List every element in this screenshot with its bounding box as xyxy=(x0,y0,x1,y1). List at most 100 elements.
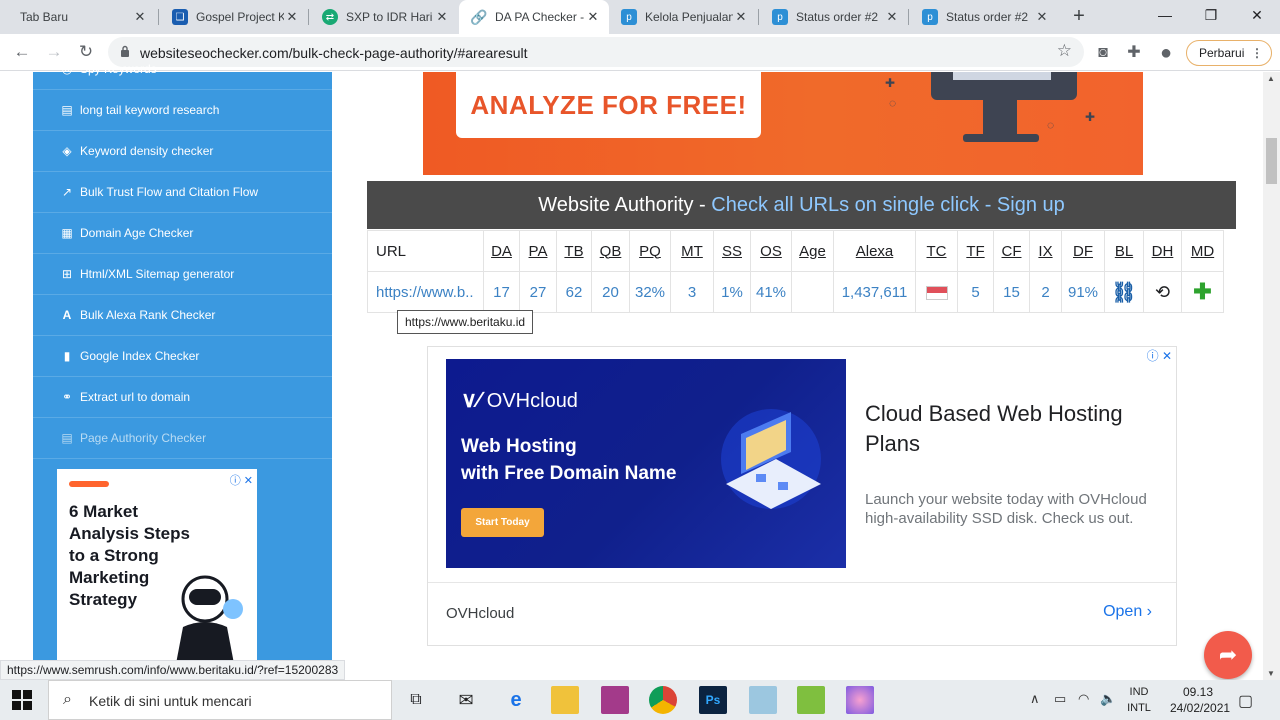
vertical-scrollbar[interactable]: ▲ ▼ xyxy=(1263,72,1280,680)
winrar-icon[interactable] xyxy=(601,686,629,714)
photoshop-icon[interactable]: Ps xyxy=(699,686,727,714)
sidebar-item-long-tail-keyword[interactable]: ▤ long tail keyword research xyxy=(33,90,332,131)
tag-icon: ◈ xyxy=(62,144,72,158)
mail-icon[interactable]: ✉ xyxy=(452,686,480,714)
tab-status-order-1[interactable]: p Status order #2 ✕ xyxy=(760,0,908,34)
extensions-puzzle-icon[interactable]: ✚ xyxy=(1123,42,1145,64)
col-cf[interactable]: CF xyxy=(993,230,1030,272)
signup-link[interactable]: Check all URLs on single click - Sign up xyxy=(711,194,1065,216)
bookmark-star-icon[interactable]: ☆ xyxy=(1057,41,1072,61)
col-tb[interactable]: TB xyxy=(556,230,592,272)
paint-icon[interactable] xyxy=(846,686,874,714)
ovh-ad[interactable]: ⓘ ✕ ∨∕ OVHcloud Web Hosting with Free Dom… xyxy=(427,346,1177,646)
file-explorer-icon[interactable] xyxy=(551,686,579,714)
notepad-icon[interactable] xyxy=(797,686,825,714)
sidebar-item-trust-flow[interactable]: ↗ Bulk Trust Flow and Citation Flow xyxy=(33,172,332,213)
tab-gospel-project[interactable]: ❑ Gospel Project K ✕ xyxy=(160,0,308,34)
col-da[interactable]: DA xyxy=(483,230,520,272)
close-icon[interactable]: ✕ xyxy=(1034,9,1050,25)
status-bar-link: https://www.semrush.com/info/www.beritak… xyxy=(0,660,346,680)
ad-image[interactable]: ∨∕ OVHcloud Web Hosting with Free Domain … xyxy=(446,359,846,568)
battery-icon[interactable]: ▭ xyxy=(1054,691,1066,707)
adchoices-icon[interactable]: ⓘ ✕ xyxy=(230,472,253,488)
chrome-icon[interactable] xyxy=(649,686,677,714)
scroll-down-icon[interactable]: ▼ xyxy=(1267,669,1275,678)
sidebar-item-keyword-density[interactable]: ◈ Keyword density checker xyxy=(33,131,332,172)
new-tab-button[interactable]: + xyxy=(1067,5,1091,29)
start-today-button[interactable]: Start Today xyxy=(461,508,544,537)
close-icon[interactable]: ✕ xyxy=(284,9,300,25)
tab-status-order-2[interactable]: p Status order #2 ✕ xyxy=(910,0,1058,34)
sidebar-item-spy-keywords[interactable]: ◎ Spy Keywords xyxy=(33,49,332,90)
cell-dh[interactable]: ⟲ xyxy=(1143,271,1182,313)
col-os[interactable]: OS xyxy=(750,230,792,272)
restore-icon[interactable]: ❐ xyxy=(1188,0,1234,30)
sidebar-item-sitemap-generator[interactable]: ⊞ Html/XML Sitemap generator xyxy=(33,254,332,295)
close-icon[interactable]: ✕ xyxy=(585,9,601,25)
plus-icon[interactable]: ✚ xyxy=(1193,279,1211,304)
profile-avatar-icon[interactable]: ● xyxy=(1155,42,1177,64)
taskbar-search-box[interactable]: ⌕ Ketik di sini untuk mencari xyxy=(48,680,392,720)
sidebar-item-domain-age[interactable]: ▦ Domain Age Checker xyxy=(33,213,332,254)
cell-bl[interactable]: ⛓ xyxy=(1104,271,1144,313)
col-alexa[interactable]: Alexa xyxy=(833,230,916,272)
share-button[interactable]: ➦ xyxy=(1204,631,1252,679)
backlink-chain-icon[interactable]: ⛓ xyxy=(1111,282,1136,304)
open-button[interactable]: Open › xyxy=(1103,603,1152,621)
task-view-icon[interactable]: ⧉ xyxy=(402,686,430,714)
edge-icon[interactable]: e xyxy=(502,686,530,714)
tab-sxp-idr[interactable]: ⇄ SXP to IDR Hari ✕ xyxy=(310,0,458,34)
tray-chevron-icon[interactable]: ∧ xyxy=(1030,691,1040,707)
cell-md[interactable]: ✚ xyxy=(1181,271,1224,313)
tab-da-pa-checker[interactable]: 🔗 DA PA Checker - ✕ xyxy=(459,0,609,34)
ad-headline[interactable]: Cloud Based Web Hosting Plans xyxy=(865,399,1165,459)
app-icon[interactable] xyxy=(749,686,777,714)
sidebar-item-label: long tail keyword research xyxy=(80,103,220,117)
close-icon[interactable]: ✕ xyxy=(434,9,450,25)
back-arrow-icon[interactable]: ← xyxy=(10,40,34,64)
close-window-icon[interactable]: ✕ xyxy=(1234,0,1280,30)
scrollbar-thumb[interactable] xyxy=(1266,138,1277,184)
minimize-icon[interactable]: — xyxy=(1142,0,1188,30)
close-icon[interactable]: ✕ xyxy=(132,9,148,25)
sidebar-item-page-authority[interactable]: ▤ Page Authority Checker xyxy=(33,418,332,459)
tab-kelola-penjualan[interactable]: p Kelola Penjualan ✕ xyxy=(609,0,757,34)
advertiser-name: OVHcloud xyxy=(446,605,515,622)
sidebar-ad[interactable]: ⓘ ✕ 6 Market Analysis Steps to a Strong … xyxy=(57,469,257,678)
col-age[interactable]: Age xyxy=(791,230,834,272)
col-pq[interactable]: PQ xyxy=(629,230,671,272)
col-tf[interactable]: TF xyxy=(957,230,994,272)
col-ix[interactable]: IX xyxy=(1029,230,1062,272)
cell-alexa[interactable]: 1,437,611 xyxy=(833,271,916,313)
scroll-up-icon[interactable]: ▲ xyxy=(1267,74,1275,83)
cell-url[interactable]: https://www.b.. xyxy=(367,271,484,313)
close-icon[interactable]: ✕ xyxy=(884,9,900,25)
input-language[interactable]: IND INTL xyxy=(1124,684,1154,716)
col-pa[interactable]: PA xyxy=(519,230,557,272)
wifi-icon[interactable]: ◠ xyxy=(1078,691,1089,707)
sidebar-item-google-index[interactable]: ▮ Google Index Checker xyxy=(33,336,332,377)
col-ss[interactable]: SS xyxy=(713,230,751,272)
col-qb[interactable]: QB xyxy=(591,230,630,272)
col-bl[interactable]: BL xyxy=(1104,230,1144,272)
sidebar-item-alexa-rank[interactable]: A Bulk Alexa Rank Checker xyxy=(33,295,332,336)
close-icon[interactable]: ✕ xyxy=(733,9,749,25)
col-tc[interactable]: TC xyxy=(915,230,958,272)
analyze-for-free-button[interactable]: ANALYZE FOR FREE! xyxy=(456,72,761,138)
system-clock[interactable]: 09.13 24/02/2021 xyxy=(1170,684,1230,716)
adchoices-icon[interactable]: ⓘ ✕ xyxy=(1147,347,1172,364)
volume-icon[interactable]: 🔈 xyxy=(1100,691,1116,707)
col-df[interactable]: DF xyxy=(1061,230,1105,272)
update-button[interactable]: Perbarui ⋮ xyxy=(1186,40,1272,66)
history-clock-icon[interactable]: ⟲ xyxy=(1155,282,1170,302)
sidebar-item-extract-url[interactable]: ⚭ Extract url to domain xyxy=(33,377,332,418)
camera-icon[interactable]: ◙ xyxy=(1092,42,1114,64)
tab-title: Status order #2 xyxy=(796,10,879,24)
windows-start-icon[interactable] xyxy=(12,690,32,710)
sidebar-item-label: Page Authority Checker xyxy=(80,431,207,445)
notification-icon[interactable]: ▢ xyxy=(1238,691,1253,711)
col-mt[interactable]: MT xyxy=(670,230,714,272)
col-md[interactable]: MD xyxy=(1181,230,1224,272)
col-dh[interactable]: DH xyxy=(1143,230,1182,272)
tab-new[interactable]: Tab Baru ✕ xyxy=(8,0,156,34)
